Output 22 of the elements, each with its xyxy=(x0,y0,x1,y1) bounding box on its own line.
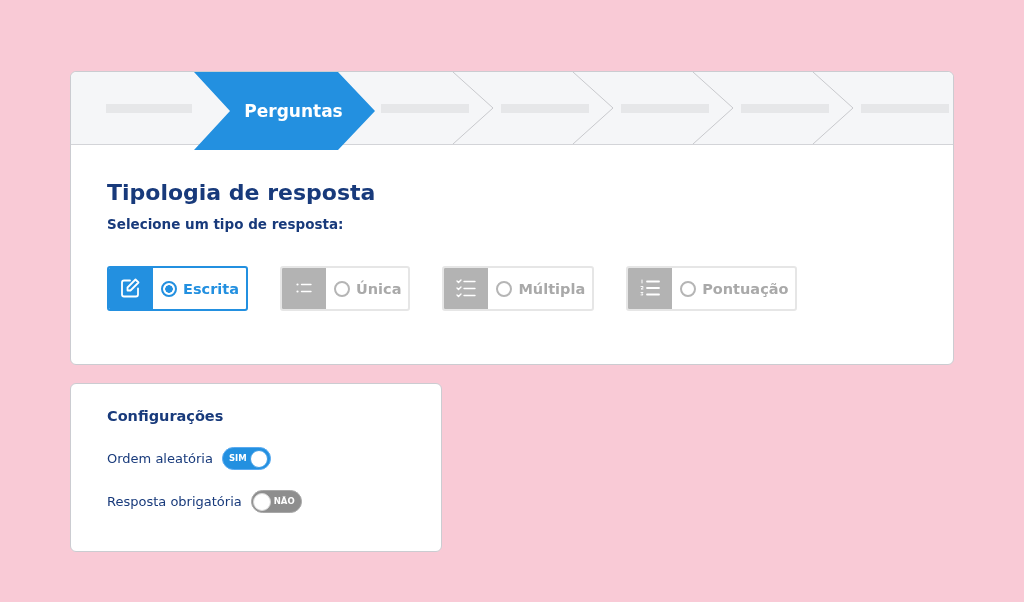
checklist-icon xyxy=(444,268,489,309)
toggle-switch[interactable]: NÃO xyxy=(250,490,302,513)
answer-type-option[interactable]: Pontuação xyxy=(626,266,798,311)
knob-icon xyxy=(252,492,271,511)
knob-icon xyxy=(249,449,268,468)
radio-icon xyxy=(333,280,350,297)
list-icon xyxy=(282,268,326,309)
setting-label: Resposta obrigatória xyxy=(107,492,242,511)
setting-label: Ordem aleatória xyxy=(107,449,213,468)
section-subtitle: Selecione um tipo de resposta: xyxy=(107,215,344,233)
step-tab[interactable]: Perguntas xyxy=(194,72,375,150)
answer-type-option[interactable]: Escrita xyxy=(107,266,248,311)
radio-icon xyxy=(161,280,177,297)
toggle-switch[interactable]: SIM xyxy=(221,447,271,470)
numbered-list-icon xyxy=(628,268,673,309)
answer-type-option[interactable]: Única xyxy=(279,266,411,311)
radio-icon xyxy=(680,280,697,297)
section-title: Tipologia de resposta xyxy=(107,179,376,207)
radio-icon xyxy=(496,280,513,297)
pencil-icon xyxy=(109,268,153,309)
settings-title: Configurações xyxy=(107,407,224,426)
answer-type-option[interactable]: Múltipla xyxy=(442,266,595,311)
